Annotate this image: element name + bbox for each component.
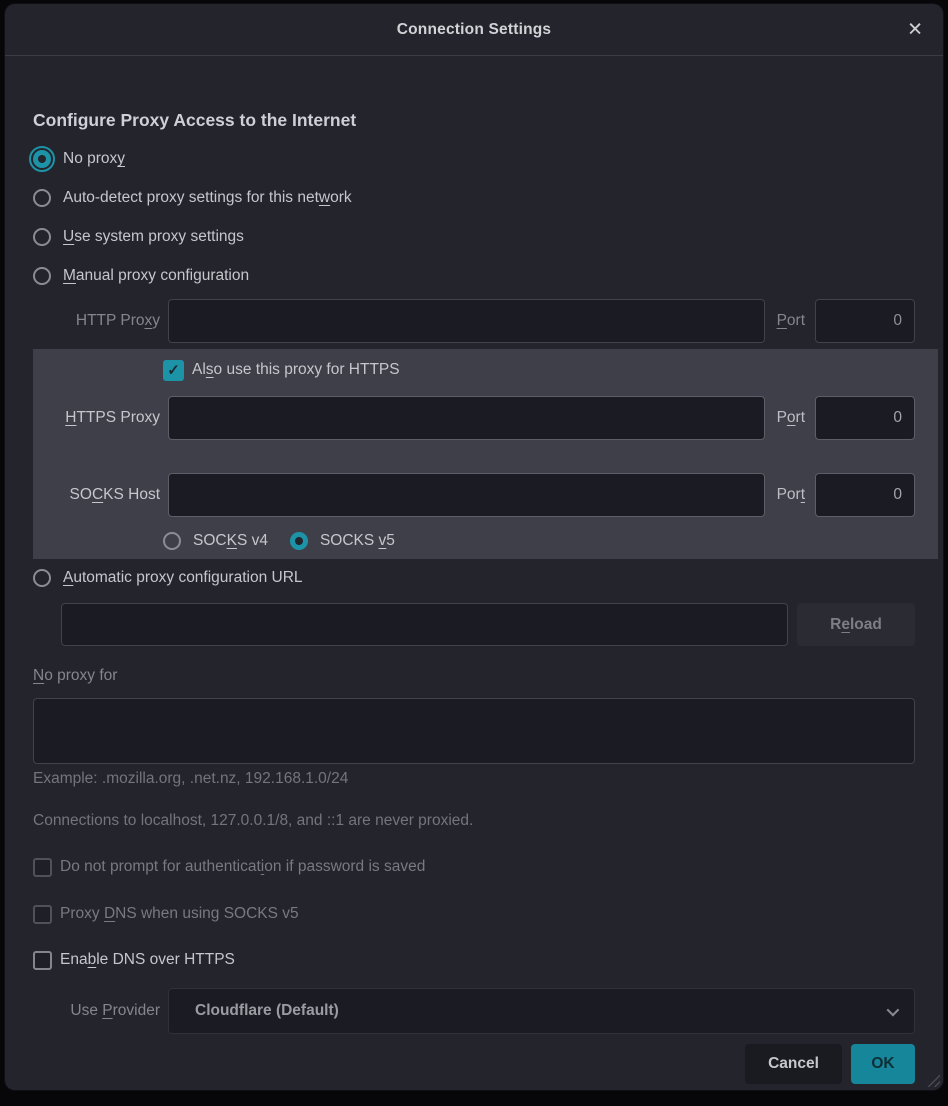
provider-selected-value: Cloudflare (Default) (195, 1002, 887, 1020)
checkbox-unchecked-icon (33, 858, 52, 877)
socks-host-label: SOCKS Host (33, 486, 160, 504)
reload-button[interactable]: Reload (797, 603, 915, 646)
radio-automatic-url[interactable]: Automatic proxy configuration URL (33, 566, 915, 590)
cancel-button[interactable]: Cancel (745, 1044, 842, 1084)
dialog-content: Configure Proxy Access to the Internet N… (5, 108, 943, 1084)
checkbox-unchecked-icon (33, 905, 52, 924)
dialog-footer: Cancel OK (33, 1044, 915, 1084)
dialog-titlebar: Connection Settings ✕ (5, 4, 943, 56)
also-use-https-checkbox-row[interactable]: ✓ Also use this proxy for HTTPS (163, 359, 915, 381)
no-proxy-for-label: No proxy for (33, 664, 915, 688)
no-proxy-example-text: Example: .mozilla.org, .net.nz, 192.168.… (33, 768, 915, 790)
radio-icon (33, 267, 51, 285)
provider-select[interactable]: Cloudflare (Default) (168, 988, 915, 1034)
checkbox-enable-doh[interactable]: Enable DNS over HTTPS (33, 948, 915, 972)
no-proxy-note-text: Connections to localhost, 127.0.0.1/8, a… (33, 810, 915, 832)
check-icon: ✓ (167, 361, 180, 379)
http-proxy-row: HTTP Proxy Port (33, 299, 915, 343)
radio-label: SOCKS v4 (193, 532, 268, 550)
https-port-label: Port (777, 409, 805, 427)
radio-no-proxy[interactable]: No proxy (33, 147, 915, 171)
checkbox-label: Proxy DNS when using SOCKS v5 (60, 905, 299, 923)
radio-auto-detect[interactable]: Auto-detect proxy settings for this netw… (33, 186, 915, 210)
chevron-down-icon (887, 1003, 900, 1016)
socks-host-input[interactable] (168, 473, 765, 517)
dialog-title: Connection Settings (397, 21, 552, 39)
socks-version-group: SOCKS v4 SOCKS v5 (163, 529, 915, 553)
radio-label: No proxy (63, 150, 125, 168)
http-port-label: Port (777, 312, 805, 330)
connection-settings-dialog: Connection Settings ✕ Configure Proxy Ac… (5, 4, 943, 1090)
https-proxy-input[interactable] (168, 396, 765, 440)
radio-use-system[interactable]: Use system proxy settings (33, 225, 915, 249)
radio-socks-v4[interactable]: SOCKS v4 (163, 529, 268, 553)
checkbox-unchecked-icon (33, 951, 52, 970)
http-proxy-input[interactable] (168, 299, 765, 343)
radio-label: Automatic proxy configuration URL (63, 569, 303, 587)
radio-label: Auto-detect proxy settings for this netw… (63, 189, 352, 207)
close-icon[interactable]: ✕ (907, 20, 923, 39)
checkbox-proxy-dns-socks5[interactable]: Proxy DNS when using SOCKS v5 (33, 902, 915, 926)
https-proxy-row: HTTPS Proxy Port (33, 396, 915, 440)
https-socks-highlight-section: ✓ Also use this proxy for HTTPS HTTPS Pr… (33, 349, 938, 559)
auto-url-row: Reload (33, 603, 915, 646)
socks-port-input[interactable] (815, 473, 915, 517)
checkbox-checked-icon: ✓ (163, 360, 184, 381)
no-proxy-for-textarea[interactable] (33, 698, 915, 764)
checkbox-label: Enable DNS over HTTPS (60, 951, 235, 969)
https-proxy-label: HTTPS Proxy (33, 409, 160, 427)
http-port-input[interactable] (815, 299, 915, 343)
socks-port-label: Port (777, 486, 805, 504)
socks-host-row: SOCKS Host Port (33, 473, 915, 517)
http-proxy-label: HTTP Proxy (33, 312, 160, 330)
radio-icon (33, 228, 51, 246)
radio-manual[interactable]: Manual proxy configuration (33, 264, 915, 288)
radio-icon (33, 189, 51, 207)
radio-selected-icon (33, 150, 51, 168)
auto-config-url-input[interactable] (61, 603, 788, 646)
radio-socks-v5[interactable]: SOCKS v5 (290, 529, 395, 553)
radio-label: Use system proxy settings (63, 228, 244, 246)
use-provider-label: Use Provider (33, 1002, 160, 1020)
radio-label: Manual proxy configuration (63, 267, 249, 285)
radio-icon (163, 532, 181, 550)
radio-icon (33, 569, 51, 587)
ok-button[interactable]: OK (851, 1044, 915, 1084)
doh-provider-row: Use Provider Cloudflare (Default) (33, 988, 915, 1034)
checkbox-label: Also use this proxy for HTTPS (192, 361, 400, 379)
https-port-input[interactable] (815, 396, 915, 440)
radio-label: SOCKS v5 (320, 532, 395, 550)
page-title: Configure Proxy Access to the Internet (33, 108, 915, 132)
checkbox-no-prompt-auth[interactable]: Do not prompt for authentication if pass… (33, 855, 915, 879)
radio-selected-icon (290, 532, 308, 550)
checkbox-label: Do not prompt for authentication if pass… (60, 858, 425, 876)
